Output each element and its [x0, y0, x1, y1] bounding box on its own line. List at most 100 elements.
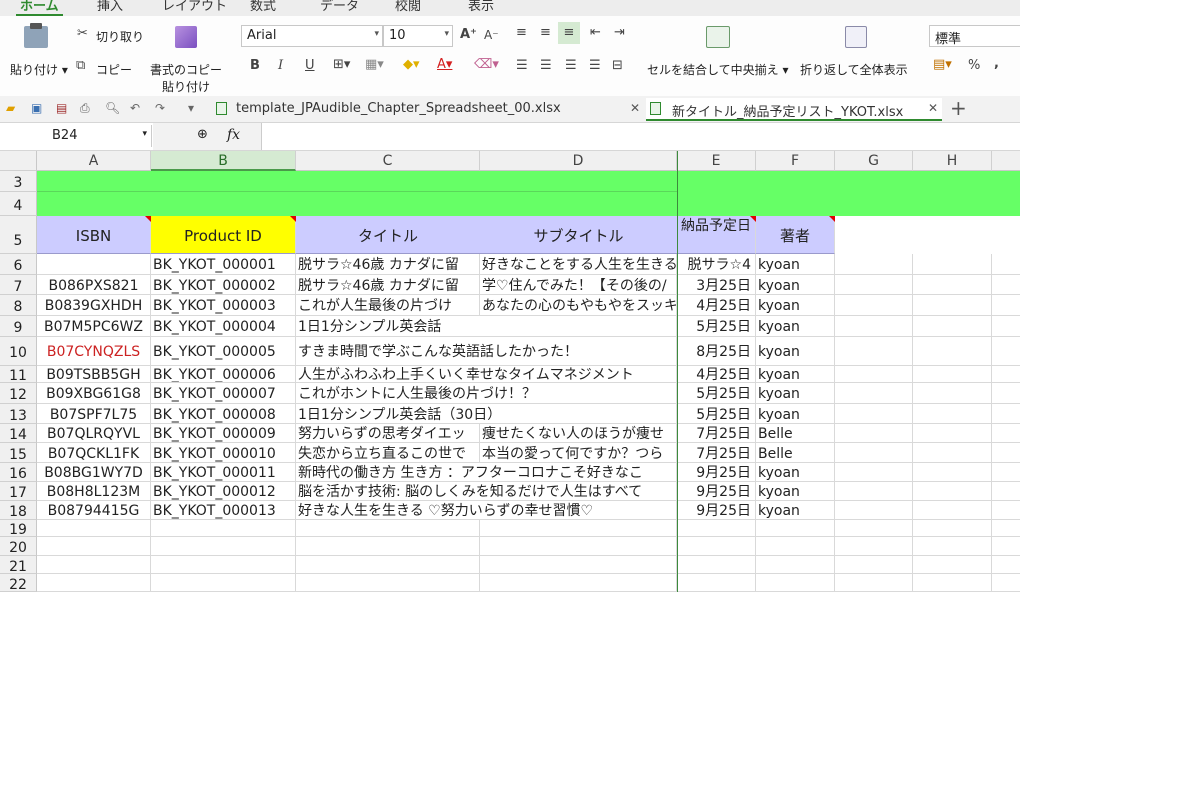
empty-cell[interactable]	[992, 424, 1020, 443]
row-header-19[interactable]: 19	[0, 520, 37, 538]
title-cell[interactable]: 脱サラ☆46歳 カナダに留	[296, 254, 480, 275]
font-name-select[interactable]: Arial ▾	[241, 25, 383, 47]
row-header-11[interactable]: 11	[0, 366, 37, 384]
product-id-cell[interactable]: BK_YKOT_000005	[151, 337, 296, 366]
row-header-14[interactable]: 14	[0, 424, 37, 443]
isbn-cell[interactable]: B07M5PC6WZ	[37, 316, 151, 337]
empty-cell[interactable]	[913, 501, 992, 520]
indent-increase-icon[interactable]: ⇥	[614, 25, 625, 40]
empty-cell[interactable]	[913, 463, 992, 482]
empty-cell[interactable]	[992, 254, 1020, 275]
author-cell[interactable]: kyoan	[756, 383, 835, 404]
subtitle-cell[interactable]: 本当の愛って何ですか？つら	[480, 443, 677, 463]
align-center-icon[interactable]: ☰	[540, 58, 552, 73]
column-header-e[interactable]: E	[677, 151, 756, 171]
column-header-f[interactable]: F	[756, 151, 835, 171]
print-icon[interactable]: ⎙	[80, 101, 90, 116]
author-cell[interactable]: kyoan	[756, 337, 835, 366]
title-cell[interactable]: 脱サラ☆46歳 カナダに留	[296, 275, 480, 295]
tab-review[interactable]: 校閲	[395, 0, 421, 14]
delivery-date-cell[interactable]: 8月25日	[677, 337, 756, 366]
row-header-10[interactable]: 10	[0, 337, 37, 366]
empty-cell[interactable]	[296, 537, 480, 556]
align-bottom-icon[interactable]: ≡	[558, 22, 580, 44]
empty-cell[interactable]	[992, 501, 1020, 520]
isbn-cell[interactable]: B09TSBB5GH	[37, 366, 151, 383]
empty-cell[interactable]	[480, 556, 677, 574]
empty-cell[interactable]	[835, 520, 913, 537]
row-header-21[interactable]: 21	[0, 556, 37, 575]
title-cell[interactable]: 努力いらずの思考ダイエッ	[296, 424, 480, 443]
empty-cell[interactable]	[835, 254, 913, 275]
delivery-date-cell[interactable]: 9月25日	[677, 482, 756, 501]
isbn-cell[interactable]: B07CYNQZLS	[37, 337, 151, 366]
select-all-corner[interactable]	[0, 151, 37, 171]
subtitle-cell[interactable]: あなたの心のもやもやをスッキ	[480, 295, 677, 316]
file-tab-ykot[interactable]: 新タイトル_納品予定リスト_YKOT.xlsx ✕	[646, 98, 942, 121]
empty-cell[interactable]	[677, 520, 756, 537]
title-header[interactable]: タイトル	[296, 216, 480, 254]
delivery-date-cell[interactable]: 5月25日	[677, 383, 756, 404]
clear-icon[interactable]: ⌫▾	[474, 57, 499, 72]
row-header-15[interactable]: 15	[0, 443, 37, 463]
title-cell[interactable]: これが人生最後の片づけ	[296, 295, 480, 316]
format-painter-label-2[interactable]: 貼り付け	[162, 78, 210, 95]
empty-cell[interactable]	[480, 574, 677, 592]
row-header-13[interactable]: 13	[0, 404, 37, 424]
bold-button[interactable]: B	[250, 58, 260, 73]
preview-icon[interactable]: 🔍︎	[105, 101, 120, 115]
title-cell[interactable]: これがホントに人生最後の片づけ！？	[296, 383, 677, 404]
empty-cell[interactable]	[296, 556, 480, 574]
title-cell[interactable]: 好きな人生を生きる ♡努力いらずの幸せ習慣♡	[296, 501, 677, 520]
empty-cell[interactable]	[913, 537, 992, 556]
fill-pattern-icon[interactable]: ▦▾	[365, 57, 384, 72]
empty-cell[interactable]	[913, 366, 992, 383]
format-painter-icon[interactable]	[175, 26, 197, 48]
title-cell[interactable]: 1日1分シンプル英会話	[296, 316, 677, 337]
delivery-date-cell[interactable]: 9月25日	[677, 501, 756, 520]
grow-font-icon[interactable]: A⁺	[460, 27, 477, 42]
file-tab-template[interactable]: template_JPAudible_Chapter_Spreadsheet_0…	[212, 98, 644, 121]
empty-cell[interactable]	[992, 383, 1020, 404]
isbn-cell[interactable]: B08H8L123M	[37, 482, 151, 501]
merge-icon[interactable]	[706, 26, 730, 48]
empty-cell[interactable]	[992, 316, 1020, 337]
empty-cell[interactable]	[913, 424, 992, 443]
empty-cell[interactable]	[756, 574, 835, 592]
empty-cell[interactable]	[992, 482, 1020, 501]
row-header-8[interactable]: 8	[0, 295, 37, 316]
title-cell[interactable]: すきま時間で学ぶこんな英語話したかった！	[296, 337, 677, 366]
font-color-icon[interactable]: A▾	[437, 57, 452, 72]
column-header-d[interactable]: D	[480, 151, 677, 171]
author-cell[interactable]: kyoan	[756, 275, 835, 295]
empty-cell[interactable]	[151, 537, 296, 556]
empty-cell[interactable]	[835, 404, 913, 424]
empty-cell[interactable]	[992, 366, 1020, 383]
empty-cell[interactable]	[835, 556, 913, 574]
wrap-text-button[interactable]: 折り返して全体表示	[800, 61, 908, 78]
empty-cell[interactable]	[37, 556, 151, 574]
empty-cell[interactable]	[37, 537, 151, 556]
isbn-cell[interactable]: B07QLRQYVL	[37, 424, 151, 443]
tab-formulas[interactable]: 数式	[250, 0, 276, 14]
subtitle-cell[interactable]: 痩せたくない人のほうが痩せ	[480, 424, 677, 443]
column-header-b[interactable]: B	[151, 151, 296, 171]
empty-cell[interactable]	[913, 337, 992, 366]
empty-cell[interactable]	[677, 556, 756, 574]
wrap-icon[interactable]	[845, 26, 867, 48]
save-icon[interactable]: ▣	[31, 101, 42, 115]
tab-home[interactable]: ホーム	[16, 0, 63, 17]
delivery-date-cell[interactable]: 5月25日	[677, 404, 756, 424]
empty-cell[interactable]	[37, 520, 151, 537]
delivery-date-cell[interactable]: 4月25日	[677, 366, 756, 383]
product-id-cell[interactable]: BK_YKOT_000006	[151, 366, 296, 383]
isbn-cell[interactable]: B07SPF7L75	[37, 404, 151, 424]
product-id-cell[interactable]: BK_YKOT_000002	[151, 275, 296, 295]
column-header-c[interactable]: C	[296, 151, 480, 171]
align-top-icon[interactable]: ≡	[516, 25, 527, 40]
empty-cell[interactable]	[835, 574, 913, 592]
row-header-17[interactable]: 17	[0, 482, 37, 501]
product-id-cell[interactable]: BK_YKOT_000004	[151, 316, 296, 337]
empty-cell[interactable]	[992, 463, 1020, 482]
empty-cell[interactable]	[151, 520, 296, 537]
